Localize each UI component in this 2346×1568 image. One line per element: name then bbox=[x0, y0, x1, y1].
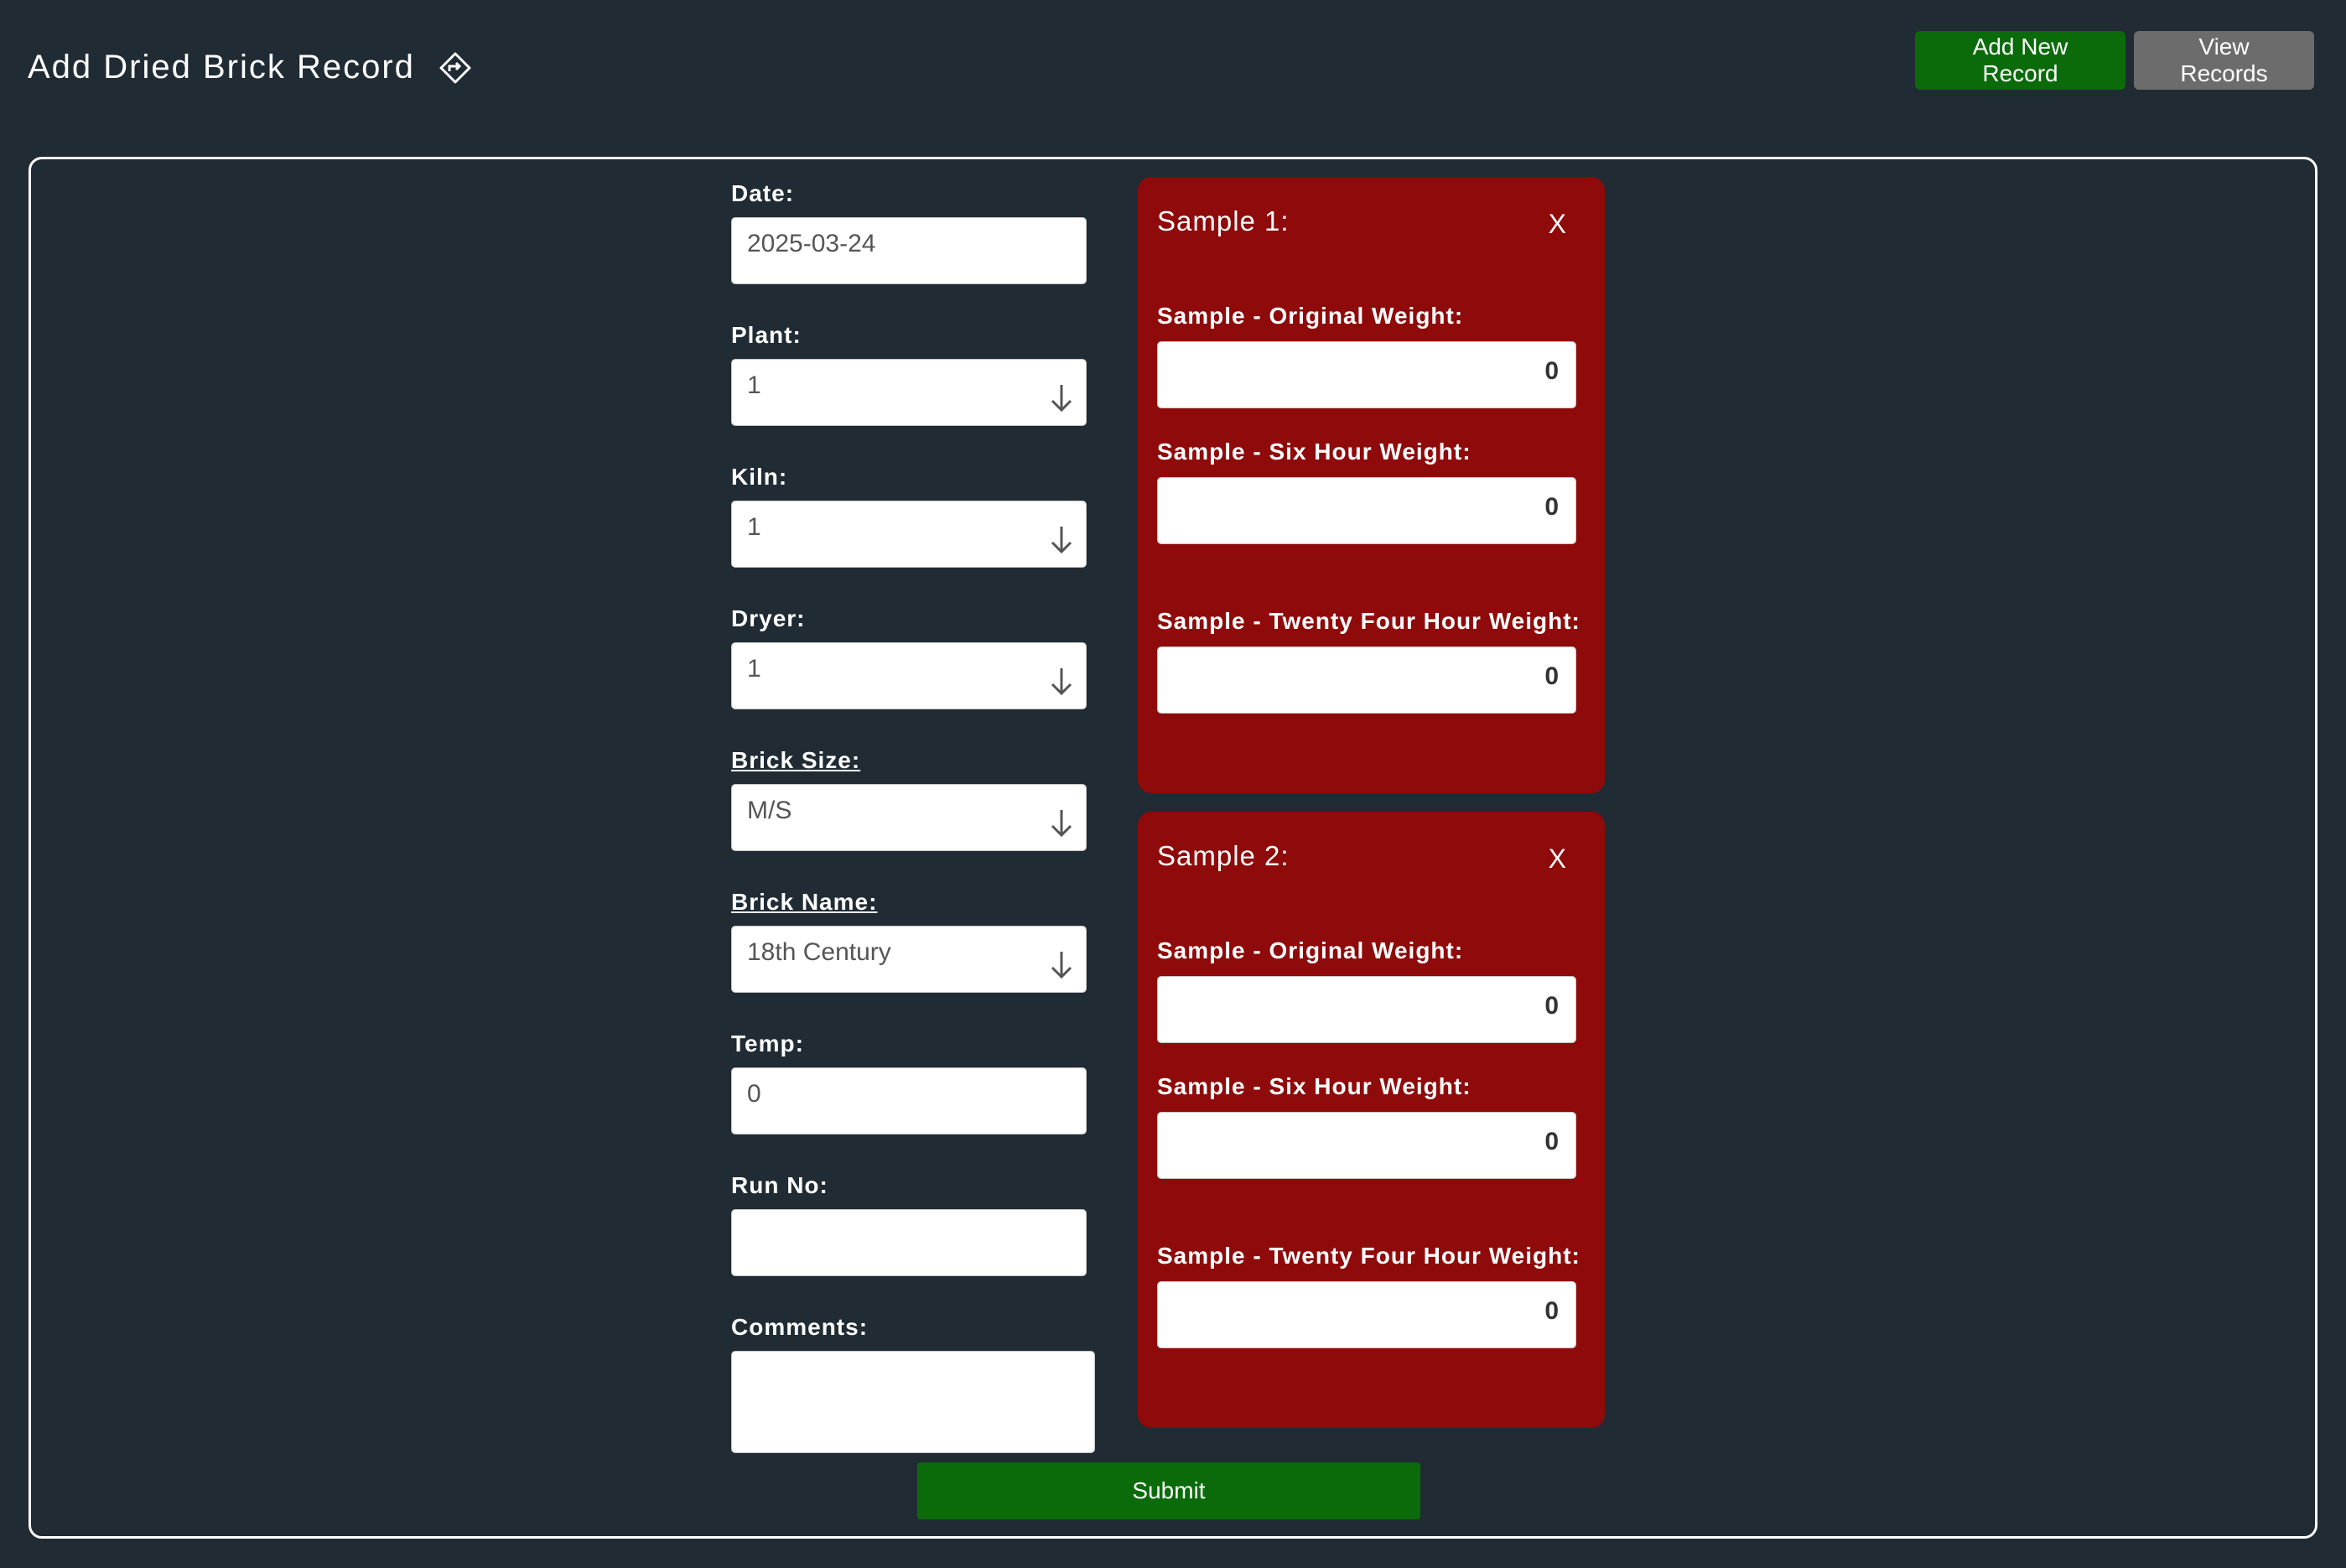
page-title: Add Dried Brick Record bbox=[28, 49, 472, 86]
arrow-down-icon bbox=[1051, 668, 1072, 696]
original-weight-label: Sample - Original Weight: bbox=[1157, 937, 1464, 963]
close-sample-button[interactable]: X bbox=[1549, 209, 1566, 240]
original-weight-input[interactable]: 0 bbox=[1157, 341, 1576, 408]
close-sample-button[interactable]: X bbox=[1549, 844, 1566, 875]
brick-name-select[interactable]: 18th Century bbox=[731, 926, 1087, 993]
diamond-arrow-icon bbox=[439, 51, 472, 85]
temp-input[interactable]: 0 bbox=[731, 1067, 1087, 1134]
dryer-value: 1 bbox=[747, 655, 761, 683]
six-hour-weight-label: Sample - Six Hour Weight: bbox=[1157, 1073, 1471, 1099]
date-input[interactable]: 2025-03-24 bbox=[731, 217, 1087, 284]
temp-label: Temp: bbox=[731, 1031, 804, 1057]
plant-select[interactable]: 1 bbox=[731, 359, 1087, 426]
sample-card-1: Sample 1: X Sample - Original Weight: 0 … bbox=[1138, 177, 1605, 793]
plant-label: Plant: bbox=[731, 322, 802, 348]
sample-card-2: Sample 2: X Sample - Original Weight: 0 … bbox=[1138, 812, 1605, 1428]
page: Add Dried Brick Record Add New Record Vi… bbox=[0, 0, 2346, 1568]
twenty-four-hour-weight-label: Sample - Twenty Four Hour Weight: bbox=[1157, 1243, 1580, 1269]
temp-value: 0 bbox=[747, 1080, 761, 1108]
view-records-button[interactable]: View Records bbox=[2134, 31, 2314, 90]
brick-name-value: 18th Century bbox=[747, 938, 891, 966]
sample-title: Sample 1: bbox=[1157, 205, 1290, 236]
kiln-value: 1 bbox=[747, 513, 761, 541]
twenty-four-hour-weight-input[interactable]: 0 bbox=[1157, 1281, 1576, 1348]
brick-size-select[interactable]: M/S bbox=[731, 784, 1087, 851]
add-new-record-button[interactable]: Add New Record bbox=[1915, 31, 2125, 90]
date-label: Date: bbox=[731, 180, 795, 206]
arrow-down-icon bbox=[1051, 810, 1072, 838]
record-fields: Date: 2025-03-24 Plant: 1 Kiln: 1 Dryer:… bbox=[731, 179, 1100, 1489]
original-weight-label: Sample - Original Weight: bbox=[1157, 303, 1464, 329]
arrow-down-icon bbox=[1051, 385, 1072, 413]
kiln-select[interactable]: 1 bbox=[731, 501, 1087, 568]
header-buttons: Add New Record View Records bbox=[1915, 31, 2314, 90]
brick-size-value: M/S bbox=[747, 797, 792, 824]
comments-textarea[interactable] bbox=[731, 1351, 1095, 1453]
plant-value: 1 bbox=[747, 371, 761, 399]
run-no-input[interactable] bbox=[731, 1209, 1087, 1276]
submit-button[interactable]: Submit bbox=[917, 1462, 1420, 1519]
twenty-four-hour-weight-input[interactable]: 0 bbox=[1157, 646, 1576, 714]
arrow-down-icon bbox=[1051, 527, 1072, 554]
date-value: 2025-03-24 bbox=[747, 230, 876, 257]
six-hour-weight-input[interactable]: 0 bbox=[1157, 1112, 1576, 1179]
dryer-select[interactable]: 1 bbox=[731, 642, 1087, 709]
brick-name-label: Brick Name: bbox=[731, 889, 878, 915]
brick-size-label: Brick Size: bbox=[731, 747, 861, 773]
six-hour-weight-label: Sample - Six Hour Weight: bbox=[1157, 439, 1471, 465]
six-hour-weight-input[interactable]: 0 bbox=[1157, 477, 1576, 544]
arrow-down-icon bbox=[1051, 952, 1072, 979]
twenty-four-hour-weight-label: Sample - Twenty Four Hour Weight: bbox=[1157, 608, 1580, 634]
kiln-label: Kiln: bbox=[731, 464, 788, 490]
page-title-text: Add Dried Brick Record bbox=[28, 49, 415, 86]
original-weight-input[interactable]: 0 bbox=[1157, 976, 1576, 1043]
sample-title: Sample 2: bbox=[1157, 840, 1290, 871]
dryer-label: Dryer: bbox=[731, 605, 806, 631]
comments-label: Comments: bbox=[731, 1314, 869, 1340]
run-no-label: Run No: bbox=[731, 1172, 828, 1198]
